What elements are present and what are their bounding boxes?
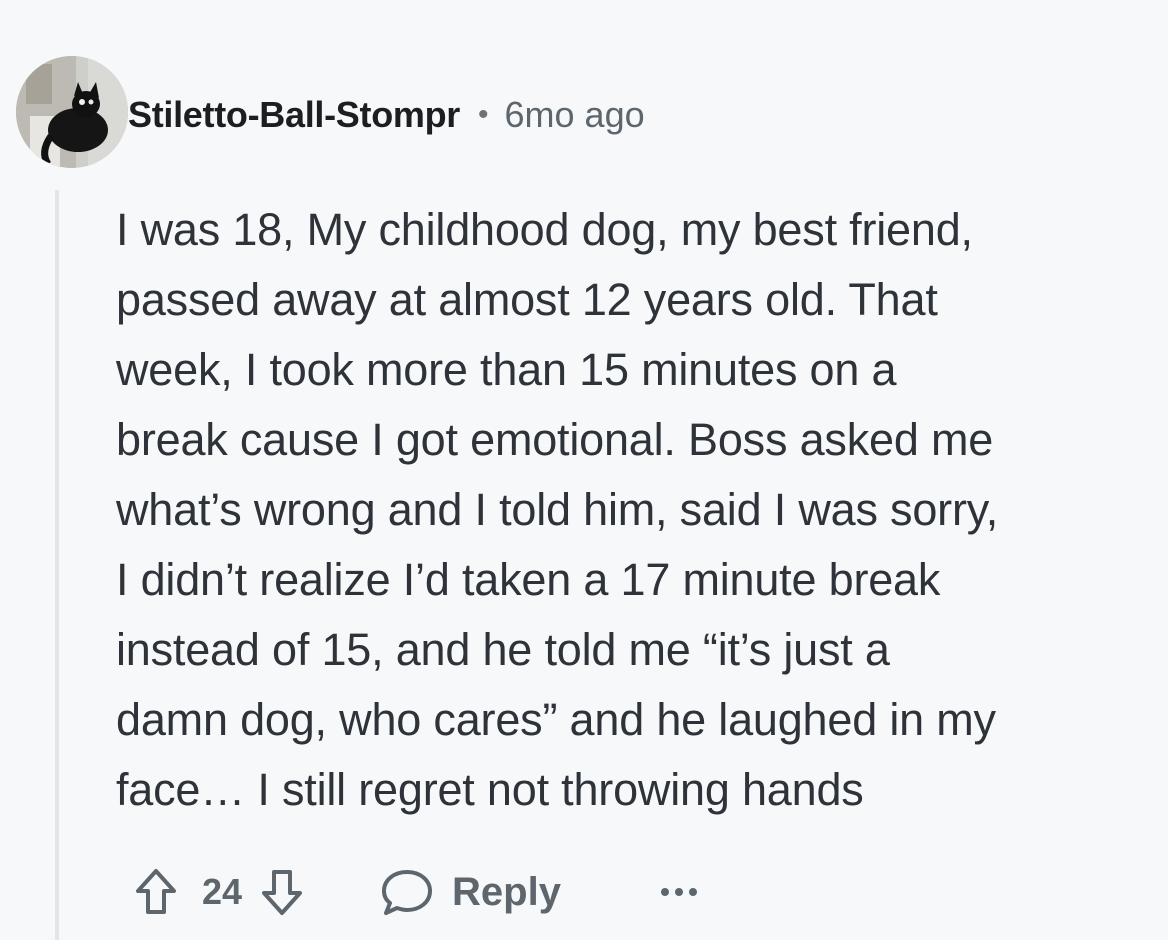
username[interactable]: Stiletto-Ball-Stompr (128, 94, 460, 136)
comment-body: I was 18, My childhood dog, my best frie… (116, 204, 999, 815)
comment: Stiletto-Ball-Stompr • 6mo ago I was 18,… (0, 0, 1168, 940)
meta-separator: • (478, 98, 489, 131)
upvote-button[interactable] (128, 864, 184, 920)
comment-actions: 24 Reply (128, 862, 709, 922)
avatar[interactable] (16, 56, 128, 168)
reply-button[interactable]: Reply (380, 867, 561, 917)
vote-score: 24 (202, 871, 243, 912)
more-options-icon (660, 888, 697, 896)
speech-bubble-icon (382, 870, 433, 915)
downvote-button[interactable] (254, 864, 310, 920)
more-options-button[interactable] (649, 864, 709, 920)
reply-label: Reply (452, 869, 561, 914)
timestamp[interactable]: 6mo ago (505, 94, 645, 136)
thread-line[interactable] (55, 190, 59, 940)
black-cat-avatar-icon (16, 56, 128, 168)
upvote-arrow-icon (136, 869, 176, 914)
comment-meta: Stiletto-Ball-Stompr • 6mo ago (128, 90, 645, 140)
downvote-arrow-icon (262, 870, 303, 915)
